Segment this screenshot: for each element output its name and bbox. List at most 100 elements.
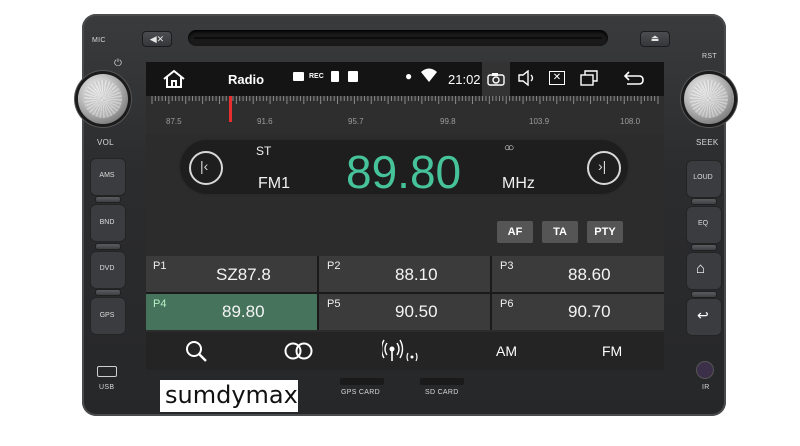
am-button[interactable]: AM bbox=[496, 343, 517, 359]
seek-next-icon: ›| bbox=[598, 158, 607, 174]
mic-label: MIC bbox=[92, 37, 106, 44]
divider bbox=[95, 289, 121, 296]
back-button[interactable] bbox=[623, 69, 645, 92]
dial-label: 87.5 bbox=[166, 117, 182, 126]
pty-button[interactable]: PTY bbox=[587, 221, 623, 243]
preset-p1[interactable]: P1 SZ87.8 bbox=[146, 256, 317, 292]
stereo-icon: ○○ bbox=[504, 142, 514, 154]
stereo-label: ST bbox=[256, 144, 272, 158]
divider bbox=[691, 291, 717, 298]
loud-label: LOUD bbox=[693, 174, 713, 181]
seek-prev-button[interactable]: |‹ bbox=[189, 151, 223, 185]
back-icon: ↩ bbox=[697, 307, 709, 323]
preset-index: P1 bbox=[153, 260, 167, 272]
divider bbox=[691, 244, 717, 251]
preset-p5[interactable]: P5 90.50 bbox=[319, 294, 490, 330]
divider bbox=[95, 243, 121, 250]
location-icon: ● bbox=[405, 69, 413, 83]
rst-label: RST bbox=[702, 53, 717, 60]
close-app-button[interactable]: ✕ bbox=[549, 71, 565, 85]
volume-button[interactable] bbox=[517, 69, 537, 91]
back-icon bbox=[623, 71, 644, 85]
preset-p2[interactable]: P2 88.10 bbox=[319, 256, 490, 292]
preset-value: 89.80 bbox=[222, 302, 265, 321]
dial-label: 108.0 bbox=[620, 117, 641, 126]
volume-knob[interactable] bbox=[78, 74, 128, 124]
gps-label: GPS bbox=[99, 312, 115, 319]
band-label: FM1 bbox=[258, 175, 290, 192]
preset-p4[interactable]: P4 89.80 bbox=[146, 294, 317, 330]
radio-antenna-icon bbox=[380, 339, 418, 362]
ir-sensor bbox=[697, 362, 713, 378]
fm-button[interactable]: FM bbox=[602, 343, 622, 359]
recent-apps-button[interactable] bbox=[580, 70, 598, 91]
eject-button[interactable]: ⏏ bbox=[640, 31, 670, 47]
stereo-toggle-button[interactable] bbox=[283, 341, 315, 366]
seek-label: SEEK bbox=[696, 138, 719, 147]
vol-label: VOL bbox=[97, 138, 114, 147]
watermark-text: sumdymax bbox=[165, 381, 298, 409]
preset-value: 88.10 bbox=[395, 265, 438, 284]
home-button[interactable] bbox=[162, 69, 186, 94]
dial-label: 91.6 bbox=[257, 117, 273, 126]
gps-card-label: GPS CARD bbox=[341, 389, 380, 396]
preset-index: P6 bbox=[500, 298, 514, 310]
rec-icon: REC bbox=[309, 73, 324, 80]
recent-apps-icon bbox=[580, 70, 598, 86]
divider bbox=[95, 196, 121, 203]
frequency-display: 89.80 bbox=[346, 146, 462, 198]
status-bar: Radio REC ● 21:02 ✕ bbox=[146, 62, 664, 96]
screenshot-button[interactable] bbox=[482, 62, 510, 96]
usb-port bbox=[97, 366, 117, 377]
preset-index: P2 bbox=[327, 260, 341, 272]
preset-index: P4 bbox=[153, 298, 167, 310]
search-icon bbox=[186, 341, 207, 362]
eject-icon: ⏏ bbox=[650, 33, 660, 43]
preset-p3[interactable]: P3 88.60 bbox=[492, 256, 664, 292]
sd-card-icon bbox=[331, 71, 339, 82]
mute-icon: ◀✕ bbox=[149, 34, 165, 44]
clock: 21:02 bbox=[448, 72, 481, 87]
disc-slot bbox=[188, 30, 608, 46]
dial-label: 103.9 bbox=[529, 117, 550, 126]
screen: Radio REC ● 21:02 ✕ 87.5 91.6 95.7 99.8 … bbox=[146, 62, 664, 370]
ta-button[interactable]: TA bbox=[542, 221, 578, 243]
app-title: Radio bbox=[228, 72, 265, 87]
bottom-bar: AM FM bbox=[146, 332, 664, 370]
search-button[interactable] bbox=[184, 339, 208, 368]
rds-button[interactable] bbox=[380, 339, 422, 368]
stereo-icon bbox=[284, 342, 313, 360]
preset-index: P3 bbox=[500, 260, 514, 272]
mute-button[interactable]: ◀✕ bbox=[142, 31, 172, 47]
preset-value: 90.70 bbox=[568, 302, 611, 321]
af-button[interactable]: AF bbox=[497, 221, 533, 243]
preset-value: 88.60 bbox=[568, 265, 611, 284]
sd-card-slot bbox=[420, 378, 464, 385]
seek-knob[interactable] bbox=[684, 74, 734, 124]
speaker-icon bbox=[518, 69, 534, 87]
preset-value: 90.50 bbox=[395, 302, 438, 321]
seek-next-button[interactable]: ›| bbox=[587, 151, 621, 185]
image-icon bbox=[293, 72, 304, 81]
dial-label: 99.8 bbox=[440, 117, 456, 126]
home-hw-button[interactable]: ⌂ bbox=[686, 252, 722, 290]
preset-value: SZ87.8 bbox=[216, 265, 271, 284]
seek-prev-icon: |‹ bbox=[200, 158, 209, 174]
unit-label: MHz bbox=[502, 175, 535, 192]
tuning-needle[interactable] bbox=[229, 96, 233, 122]
gps-card-slot bbox=[340, 378, 384, 385]
home-icon bbox=[163, 69, 185, 88]
camera-icon bbox=[487, 73, 505, 86]
back-hw-button[interactable]: ↩ bbox=[686, 298, 722, 336]
sd-card-label: SD CARD bbox=[425, 389, 459, 396]
usb-label: USB bbox=[99, 384, 115, 391]
ams-label: AMS bbox=[99, 172, 115, 179]
dial-label: 95.7 bbox=[348, 117, 364, 126]
ir-label: IR bbox=[702, 384, 710, 391]
eq-label: EQ bbox=[697, 220, 709, 227]
frequency-dial[interactable]: 87.5 91.6 95.7 99.8 103.9 108.0 bbox=[146, 96, 664, 134]
preset-index: P5 bbox=[327, 298, 341, 310]
close-icon: ✕ bbox=[552, 72, 562, 83]
bnd-label: BND bbox=[99, 219, 115, 226]
preset-p6[interactable]: P6 90.70 bbox=[492, 294, 664, 330]
